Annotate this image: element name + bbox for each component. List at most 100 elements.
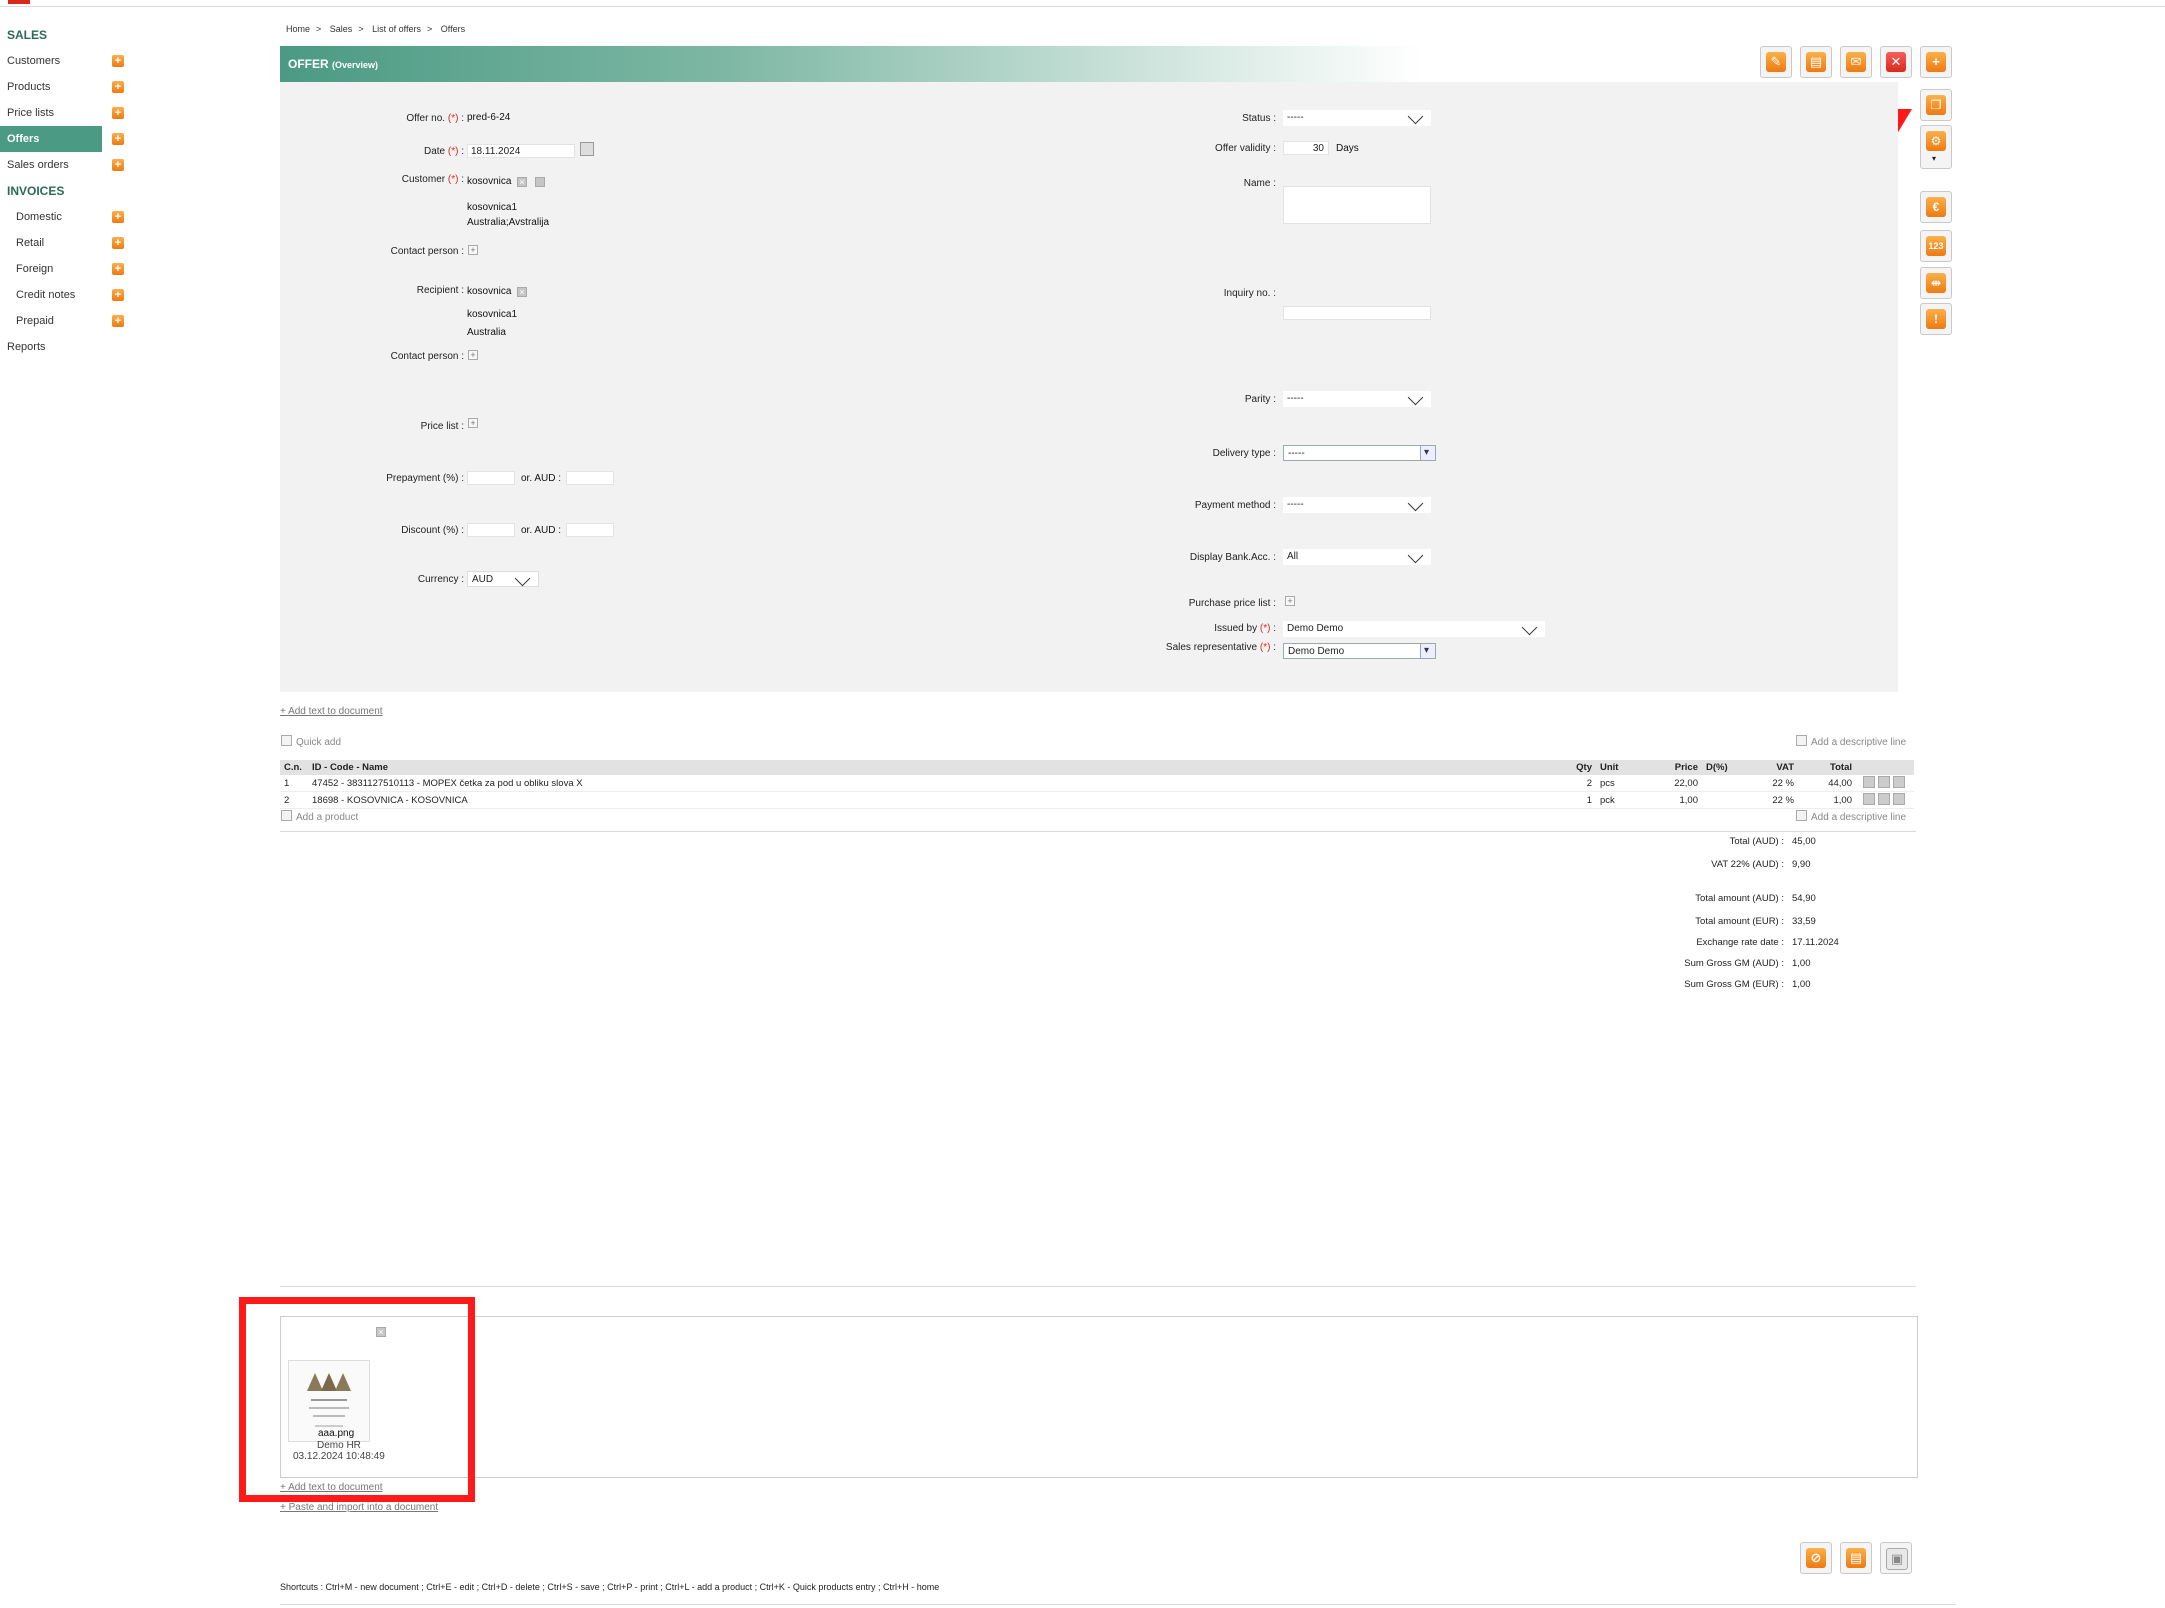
add-icon[interactable]: + xyxy=(112,237,124,249)
copy-button[interactable]: ❐ xyxy=(1920,89,1952,121)
delivery-type-label: Delivery type : xyxy=(1212,448,1276,459)
discount-or-aud-label: or. AUD : xyxy=(521,525,562,536)
add-purchase-price-list-icon[interactable]: + xyxy=(1285,596,1295,606)
edit-row-icon[interactable] xyxy=(1878,776,1890,788)
cancel-button[interactable]: ⊘ xyxy=(1800,1542,1832,1574)
add-contact-icon[interactable]: + xyxy=(468,245,478,255)
delete-row-icon[interactable] xyxy=(1863,776,1875,788)
currency-button[interactable]: € xyxy=(1920,191,1952,223)
date-label: Date (*) : xyxy=(423,146,464,157)
add-icon[interactable]: + xyxy=(112,159,124,171)
breadcrumb-list-of-offers[interactable]: List of offers xyxy=(372,24,421,34)
calculator-icon: 123 xyxy=(1926,236,1946,256)
add-descriptive-line-link[interactable]: Add a descriptive line xyxy=(1796,735,1906,748)
offer-validity-input[interactable]: 30 xyxy=(1283,141,1329,155)
add-icon[interactable]: + xyxy=(112,133,124,145)
warning-icon: ! xyxy=(1926,309,1946,329)
divider xyxy=(280,1286,1916,1287)
status-select[interactable]: ----- xyxy=(1283,108,1431,126)
top-divider xyxy=(0,6,2165,7)
print-icon: ▤ xyxy=(1846,1548,1866,1568)
edit-button[interactable]: ✎ xyxy=(1760,46,1792,78)
table-row[interactable]: 1 47452 - 3831127510113 - MOPEX četka za… xyxy=(280,775,1914,792)
add-icon[interactable]: + xyxy=(112,81,124,93)
display-bank-account-select[interactable]: All xyxy=(1283,547,1431,565)
prepayment-aud-input[interactable] xyxy=(566,471,614,485)
discount-percent-input[interactable] xyxy=(467,523,515,537)
add-text-to-document-link[interactable]: + Add text to document xyxy=(280,706,383,717)
chevron-down-icon xyxy=(514,570,531,587)
remove-customer-icon[interactable]: × xyxy=(517,177,527,187)
discount-label: Discount (%) : xyxy=(401,525,464,536)
remove-recipient-icon[interactable]: × xyxy=(517,287,527,297)
delete-row-icon[interactable] xyxy=(1863,793,1875,805)
warning-button[interactable]: ! xyxy=(1920,303,1952,335)
save-button[interactable]: ▣ xyxy=(1880,1542,1912,1574)
shortcuts-help: Shortcuts : Ctrl+M - new document ; Ctrl… xyxy=(280,1582,940,1592)
add-contact-2-icon[interactable]: + xyxy=(468,350,478,360)
sidebar-item-offers[interactable]: Offers + xyxy=(0,126,124,152)
col-cn: C.n. xyxy=(280,760,308,775)
discount-aud-input[interactable] xyxy=(566,523,614,537)
sidebar-item-sales-orders[interactable]: Sales orders + xyxy=(0,152,130,178)
add-product-link[interactable]: Add a product xyxy=(281,810,358,823)
inquiry-no-input[interactable] xyxy=(1283,306,1431,320)
sidebar-item-prepaid[interactable]: Prepaid + xyxy=(0,308,130,334)
add-text-to-document-link-2[interactable]: + Add text to document xyxy=(280,1482,383,1493)
highlight-annotation-box xyxy=(239,1297,475,1502)
sidebar-item-customers[interactable]: Customers + xyxy=(0,48,130,74)
prepayment-or-aud-label: or. AUD : xyxy=(521,473,562,484)
print-footer-button[interactable]: ▤ xyxy=(1840,1542,1872,1574)
sidebar-heading-invoices: INVOICES xyxy=(7,184,65,198)
add-icon: + xyxy=(1926,52,1946,72)
print-button[interactable]: ▤ xyxy=(1800,46,1832,78)
move-row-icon[interactable] xyxy=(1893,776,1905,788)
paste-and-import-link[interactable]: + Paste and import into a document xyxy=(280,1502,438,1513)
date-field[interactable]: 18.11.2024 xyxy=(467,144,575,158)
sidebar-item-foreign[interactable]: Foreign + xyxy=(0,256,130,282)
delete-button[interactable]: ✕ xyxy=(1880,46,1912,78)
breadcrumb-home[interactable]: Home xyxy=(286,24,310,34)
parity-select[interactable]: ----- xyxy=(1283,389,1431,407)
new-document-button[interactable]: + xyxy=(1920,46,1952,78)
table-row[interactable]: 2 18698 - KOSOVNICA - KOSOVNICA 1 pck 1,… xyxy=(280,791,1914,809)
col-vat: VAT xyxy=(1750,760,1798,775)
split-button[interactable]: ⇹ xyxy=(1920,267,1952,299)
email-button[interactable]: ✉ xyxy=(1840,46,1872,78)
euro-icon: € xyxy=(1926,197,1946,217)
add-icon[interactable]: + xyxy=(112,211,124,223)
add-icon[interactable]: + xyxy=(112,107,124,119)
settings-button[interactable]: ⚙ ▾ xyxy=(1920,125,1952,169)
inquiry-no-label: Inquiry no. : xyxy=(1223,288,1276,299)
calculator-button[interactable]: 123 xyxy=(1920,230,1952,262)
calendar-icon[interactable] xyxy=(580,142,594,156)
sidebar-item-domestic[interactable]: Domestic + xyxy=(0,204,130,230)
name-input[interactable] xyxy=(1283,186,1431,224)
customer-country-line: Australia;Avstralija xyxy=(467,217,550,228)
sales-representative-select[interactable]: Demo Demo xyxy=(1283,643,1436,659)
payment-method-select[interactable]: ----- xyxy=(1283,495,1431,513)
add-price-list-icon[interactable]: + xyxy=(468,418,478,428)
breadcrumb-sales[interactable]: Sales xyxy=(330,24,353,34)
sidebar-item-price-lists[interactable]: Price lists + xyxy=(0,100,130,126)
edit-row-icon[interactable] xyxy=(1878,793,1890,805)
col-discount: D(%) xyxy=(1702,760,1750,775)
customer-details-icon[interactable] xyxy=(535,177,545,187)
sidebar-item-retail[interactable]: Retail + xyxy=(0,230,130,256)
sidebar-item-credit-notes[interactable]: Credit notes + xyxy=(0,282,130,308)
email-icon: ✉ xyxy=(1846,52,1866,72)
quick-add-link[interactable]: Quick add xyxy=(281,735,341,748)
move-row-icon[interactable] xyxy=(1893,793,1905,805)
delivery-type-select[interactable]: ----- xyxy=(1283,445,1436,461)
add-icon[interactable]: + xyxy=(112,55,124,67)
add-icon[interactable]: + xyxy=(112,315,124,327)
issued-by-select[interactable]: Demo Demo xyxy=(1283,619,1545,637)
add-icon[interactable]: + xyxy=(112,263,124,275)
sidebar-item-products[interactable]: Products + xyxy=(0,74,130,100)
add-descriptive-line-link-2[interactable]: Add a descriptive line xyxy=(1796,810,1906,823)
col-actions xyxy=(1856,760,1914,775)
add-icon[interactable]: + xyxy=(112,289,124,301)
sidebar-item-reports[interactable]: Reports xyxy=(0,334,130,360)
currency-select[interactable]: AUD xyxy=(467,570,539,587)
prepayment-percent-input[interactable] xyxy=(467,471,515,485)
